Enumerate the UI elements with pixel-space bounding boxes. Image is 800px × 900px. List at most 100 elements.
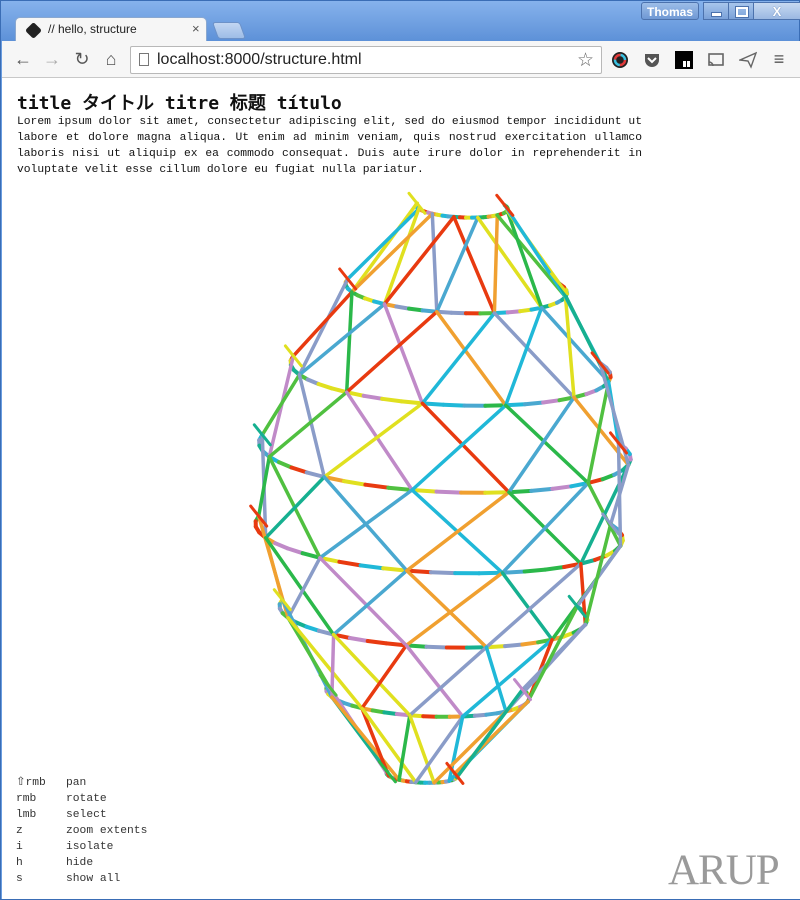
ci-icon[interactable] (675, 51, 693, 69)
pocket-icon[interactable] (643, 51, 661, 69)
profile-button[interactable]: Thomas (641, 2, 699, 20)
structure-member[interactable] (263, 475, 327, 540)
title-bar[interactable]: Thomas X // hello, structure × (1, 1, 800, 42)
structure-member[interactable] (529, 486, 555, 493)
structure-member[interactable] (363, 482, 391, 490)
structure-member[interactable] (420, 401, 511, 494)
structure-member[interactable] (297, 302, 387, 377)
structure-member[interactable] (495, 213, 568, 299)
structure-member[interactable] (483, 490, 511, 495)
structure-member[interactable] (550, 484, 574, 491)
structure-member[interactable] (500, 571, 554, 642)
structure-member[interactable] (342, 479, 368, 487)
structure-member[interactable] (434, 489, 464, 495)
home-icon[interactable]: ⌂ (101, 49, 121, 69)
structure-member[interactable] (428, 570, 458, 576)
control-row: i isolate (16, 839, 147, 855)
structure-member[interactable] (345, 207, 421, 281)
structure-member[interactable] (360, 643, 409, 710)
structure-member[interactable] (492, 213, 500, 315)
structure-member[interactable] (410, 403, 508, 492)
structure-member[interactable] (506, 488, 534, 495)
color-wheel-icon[interactable] (611, 51, 629, 69)
structure-member[interactable] (583, 522, 613, 627)
structure-member[interactable] (291, 290, 354, 358)
structure-member[interactable] (297, 373, 327, 479)
structure-member[interactable] (358, 563, 386, 571)
structure-member[interactable] (273, 541, 290, 551)
structure-member[interactable] (322, 401, 425, 479)
controls-legend: ⇧rmb pan rmb rotate lmb select z zoom extents i i… (16, 775, 147, 887)
structure-member[interactable] (543, 565, 567, 572)
structure-member[interactable] (330, 632, 336, 699)
structure-member[interactable] (541, 398, 562, 405)
structure-member[interactable] (318, 488, 414, 560)
forward-arrow-icon[interactable]: → (42, 49, 62, 69)
structure-member[interactable] (449, 310, 468, 316)
back-arrow-icon[interactable]: ← (13, 49, 33, 69)
control-row: ⇧rmb pan (16, 775, 147, 791)
structure-member[interactable] (350, 201, 419, 294)
structure-member[interactable] (503, 203, 568, 299)
structure-member[interactable] (441, 402, 467, 408)
structure-member[interactable] (432, 709, 508, 785)
structure-member[interactable] (503, 403, 590, 485)
structure-member[interactable] (616, 441, 623, 548)
structure-member[interactable] (586, 380, 611, 485)
structure-member[interactable] (347, 636, 370, 643)
structure-member[interactable] (365, 639, 389, 646)
control-action: hide (66, 857, 94, 869)
minimize-button[interactable] (703, 2, 729, 20)
structure-member[interactable] (344, 390, 414, 492)
structure-member[interactable] (407, 306, 425, 313)
structure-member[interactable] (522, 567, 548, 574)
structure-member[interactable] (435, 310, 508, 408)
structure-member[interactable] (503, 402, 527, 408)
structure-member[interactable] (260, 373, 302, 437)
structure-member[interactable] (361, 393, 385, 401)
control-action: pan (66, 777, 87, 789)
structure-member[interactable] (380, 396, 404, 404)
browser-window: Thomas X // hello, structure × ← → ↻ ⌂ ☆ (0, 0, 800, 900)
structure-member[interactable] (285, 546, 305, 556)
structure-member[interactable] (331, 568, 409, 637)
structure-member[interactable] (523, 400, 546, 407)
structure-member[interactable] (405, 490, 511, 573)
structure-member[interactable] (520, 640, 541, 647)
control-action: isolate (66, 841, 114, 853)
new-tab-button[interactable] (211, 22, 247, 39)
structure-member[interactable] (344, 290, 354, 394)
structure-member[interactable] (329, 386, 349, 395)
tab-structure[interactable]: // hello, structure × (15, 17, 207, 42)
address-bar[interactable]: ☆ (130, 46, 602, 74)
structure-member[interactable] (424, 644, 449, 650)
url-input[interactable] (157, 50, 577, 70)
bookmark-star-icon[interactable]: ☆ (577, 49, 594, 72)
cast-icon[interactable] (707, 51, 725, 69)
structure-member[interactable] (316, 382, 334, 391)
paper-plane-icon[interactable] (739, 51, 757, 69)
structure-member[interactable] (404, 643, 465, 719)
structure-member[interactable] (507, 395, 576, 494)
structure-member[interactable] (420, 311, 497, 406)
structure-member[interactable] (430, 211, 439, 314)
tab-close-icon[interactable]: × (192, 21, 200, 36)
structure-member[interactable] (477, 570, 505, 576)
menu-icon[interactable]: ≡ (769, 49, 789, 69)
close-icon: X (772, 4, 782, 19)
page-title: title タイトル titre 标题 título (17, 93, 342, 114)
structure-member[interactable] (399, 399, 425, 406)
structure-member[interactable] (337, 559, 363, 568)
structure-member[interactable] (297, 277, 350, 377)
reload-icon[interactable]: ↻ (72, 49, 92, 69)
maximize-button[interactable] (728, 2, 754, 20)
structure-member[interactable] (505, 209, 544, 310)
structure-member[interactable] (455, 687, 525, 780)
structure-member[interactable] (484, 645, 508, 714)
structure-member[interactable] (386, 485, 415, 492)
structure-member[interactable] (289, 465, 309, 475)
structure-member[interactable] (503, 642, 525, 649)
structure-member[interactable] (421, 714, 439, 719)
close-window-button[interactable]: X (753, 2, 800, 20)
structure-member[interactable] (277, 460, 294, 470)
